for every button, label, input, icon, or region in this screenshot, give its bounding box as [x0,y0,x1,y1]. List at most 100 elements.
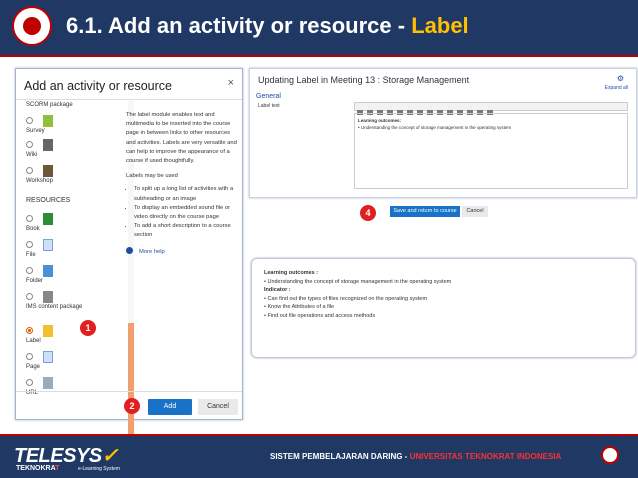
modal-footer-divider [16,391,242,392]
survey-icon [43,115,53,127]
gear-icon[interactable]: ⚙ [617,74,624,83]
outcomes-heading: Learning outcomes : [264,270,319,276]
footer-caption: SISTEM PEMBELAJARAN DARING - UNIVERSITAS… [270,452,561,461]
cancel-button[interactable]: Cancel [198,399,238,415]
radio-button[interactable] [26,379,33,386]
use-item: To display an embedded sound file or vid… [134,204,238,222]
indicator-text: Find out file operations and access meth… [267,312,376,319]
radio-button[interactable] [26,215,33,222]
item-label: IMS content package [26,304,83,310]
list-item[interactable]: Book [26,213,53,232]
list-item[interactable]: URL [26,377,53,396]
brand-main-text: TELESYS [14,445,102,467]
list-item[interactable]: Folder [26,265,53,284]
resources-heading: RESOURCES [26,197,71,204]
activity-list: SCORM package Survey Wiki Workshop RESOU… [22,101,122,461]
uses-list: To split up a long list of activities wi… [126,185,238,240]
slide-title: 6.1. Add an activity or resource - Label [66,13,469,39]
brand-swoosh-icon: ✓ [101,445,119,467]
step-badge-2: 2 [124,398,140,414]
radio-button[interactable] [26,293,33,300]
radio-button[interactable] [26,167,33,174]
preview-content: Learning outcomes : • Understanding the … [264,269,451,320]
save-and-return-button[interactable]: Save and return to course [390,206,460,217]
list-item[interactable]: Survey [26,115,53,134]
may-be-used-text: Labels may be used [126,173,178,180]
item-label: Page [26,364,41,370]
slide-title-text: 6.1. Add an activity or resource - [66,13,412,38]
brand-sub-b: T [55,465,60,472]
step-badge-1: 1 [80,320,96,336]
editor-content-text: Understanding the concept of storage man… [360,125,512,130]
wiki-icon [43,139,53,151]
list-item[interactable]: IMS content package [26,291,96,310]
editor-title: Updating Label in Meeting 13 : Storage M… [258,75,470,85]
list-item[interactable]: Wiki [26,139,53,158]
item-label: Workshop [26,178,53,184]
editor-content-heading: Learning outcomes: [358,118,402,123]
add-activity-modal: Add an activity or resource × SCORM pack… [15,68,243,463]
list-item[interactable]: Page [26,351,53,370]
footer-caption-a: SISTEM PEMBELAJARAN DARING - [270,452,410,461]
label-editor-panel: Updating Label in Meeting 13 : Storage M… [249,68,637,198]
use-item: To add a short description to a course s… [134,222,238,240]
item-label: Wiki [26,152,38,158]
item-label: Book [26,226,40,232]
book-icon [43,213,53,225]
indicator-text: Know the Attributes of a file [267,304,335,310]
url-icon [43,377,53,389]
page-icon [43,351,53,363]
info-icon [126,246,133,254]
close-icon[interactable]: × [228,77,234,89]
modal-title: Add an activity or resource [24,79,172,93]
more-help-text: More help [139,248,165,255]
slide-title-highlight: Label [411,13,469,38]
radio-button[interactable] [26,267,33,274]
radio-button-selected[interactable] [26,327,33,334]
item-label: Label [26,338,41,344]
step-badge-4: 4 [360,205,376,221]
list-item[interactable]: Workshop [26,165,53,184]
header-divider [0,55,638,57]
radio-button[interactable] [26,117,33,124]
label-description: The label module enables text and multim… [126,111,238,257]
list-item[interactable]: SCORM package [26,101,73,108]
radio-button[interactable] [26,241,33,248]
modal-divider [16,99,242,100]
indicator-item: • Know the Attributes of a file [264,304,335,310]
item-label: SCORM package [26,102,73,108]
label-preview: Learning outcomes : • Understanding the … [251,258,636,358]
outcome-text: Understanding the concept of storage man… [267,278,452,285]
indicator-text: Can find out the types of files recogniz… [267,295,428,302]
radio-button[interactable] [26,353,33,360]
editor-cancel-button[interactable]: Cancel [462,206,488,217]
footer-university-logo-icon [601,446,619,464]
indicator-item: • Find out file operations and access me… [264,312,376,319]
item-label: Folder [26,278,44,284]
editor-content-line: • Understanding the concept of storage m… [358,125,512,130]
footer-caption-b: UNIVERSITAS TEKNOKRAT INDONESIA [409,452,562,461]
list-item[interactable]: File [26,239,53,258]
radio-button[interactable] [26,141,33,148]
university-logo-icon [12,6,52,46]
description-text: The label module enables text and multim… [126,112,237,165]
list-item-label-selected[interactable]: Label [26,325,53,344]
ims-package-icon [43,291,53,303]
indicator-item: • Can find out the types of files recogn… [264,295,428,302]
label-text-editor[interactable]: Learning outcomes: • Understanding the c… [354,113,628,189]
folder-icon [43,265,53,277]
outcome-item: • Understanding the concept of storage m… [264,278,452,285]
brand-subtitle: TEKNOKRAT [16,465,59,472]
brand-tagline: e-Learning System [78,466,120,472]
label-text-caption: Label text [258,103,280,109]
editor-toolbar [354,102,628,115]
file-icon [43,239,53,251]
expand-all-link[interactable]: Expand all [605,85,628,91]
use-item: To split up a long list of activities wi… [134,185,238,203]
brand-sub-a: TEKNOKRA [16,465,56,472]
general-section-toggle[interactable]: General [256,93,281,100]
more-help-link[interactable]: More help [126,246,238,257]
add-button[interactable]: Add [148,399,192,415]
indicator-heading: Indicator : [264,287,291,293]
item-label: File [26,252,36,258]
